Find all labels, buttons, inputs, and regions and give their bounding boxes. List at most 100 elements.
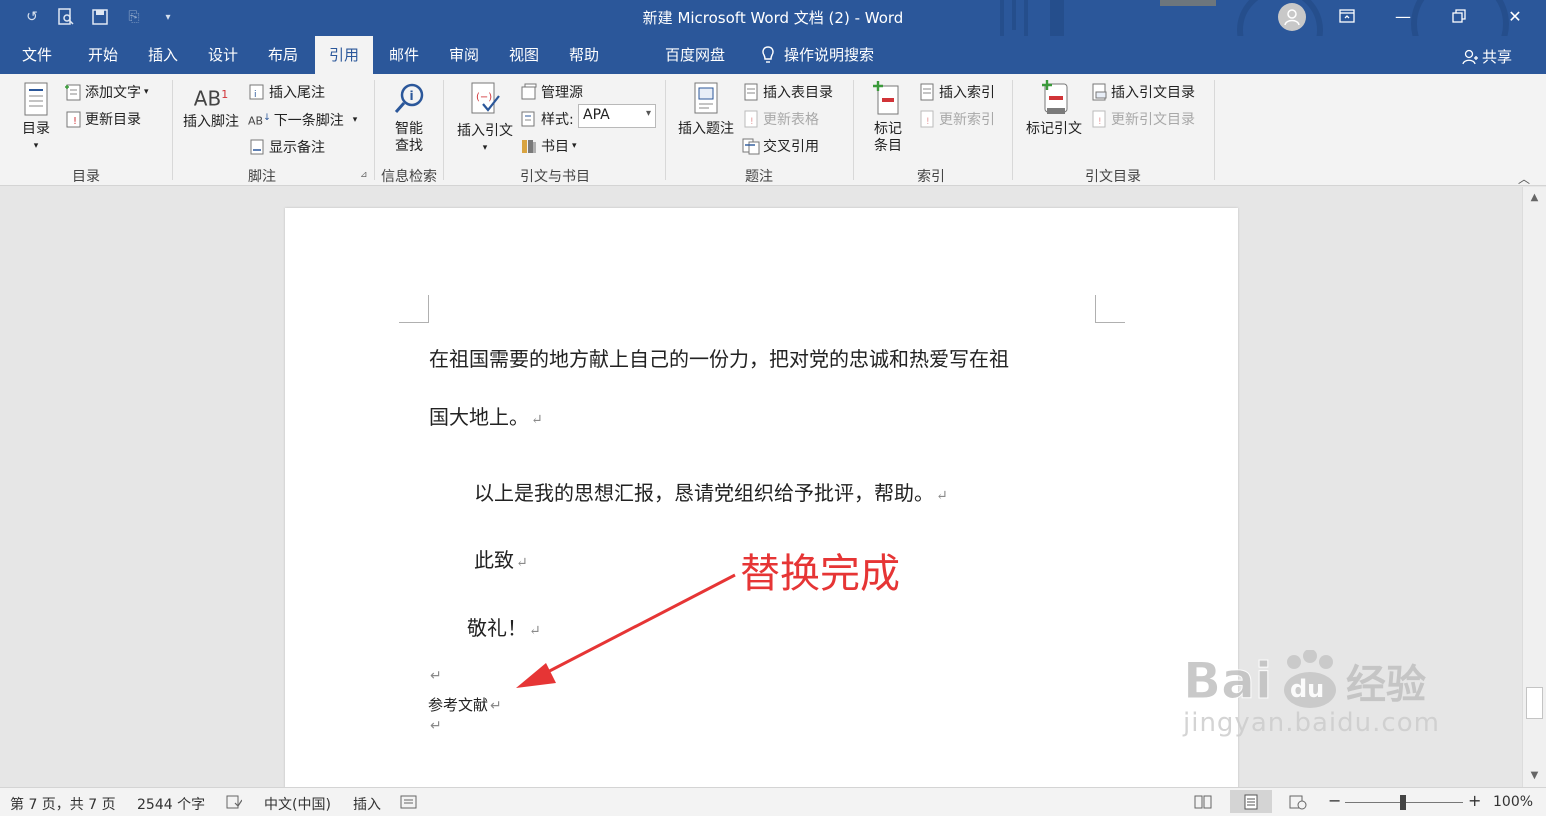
tab-home[interactable]: 开始	[78, 36, 128, 74]
citation-style-select[interactable]: APA ▾	[578, 104, 656, 128]
svg-text:!: !	[926, 117, 930, 127]
watermark-brand: Bai	[1183, 652, 1273, 711]
update-table-button[interactable]: ! 更新表格	[742, 109, 819, 129]
collapse-ribbon-icon[interactable]: ︿	[1518, 170, 1530, 187]
insert-footnote-button[interactable]: AB1 插入脚注	[180, 86, 242, 131]
lightbulb-icon	[762, 46, 774, 63]
citation-style-dropdown-icon: ▾	[645, 108, 651, 119]
bibliography-icon	[522, 140, 536, 153]
update-toc-button[interactable]: ! 更新目录	[64, 109, 141, 129]
add-text-icon	[65, 84, 81, 101]
language-indicator[interactable]: 中文(中国)	[264, 794, 331, 814]
tell-me-search[interactable]: 操作说明搜索	[750, 36, 884, 74]
scroll-up-icon[interactable]: ▲	[1523, 187, 1546, 207]
web-layout-icon[interactable]	[1289, 794, 1307, 814]
insert-endnote-button[interactable]: i 插入尾注	[248, 82, 325, 102]
share-button[interactable]: 共享	[1462, 46, 1512, 67]
tab-insert[interactable]: 插入	[138, 36, 188, 74]
update-toa-icon: !	[1092, 110, 1106, 128]
undo-icon[interactable]: ↺	[18, 6, 46, 28]
insert-index-icon	[920, 83, 934, 101]
title-bar: ↺ ⎘ ▾ 新建 Microsoft Word 文档 (2) - Word — …	[0, 0, 1546, 36]
zoom-out-button[interactable]: −	[1328, 791, 1341, 810]
update-table-of-authorities-button[interactable]: ! 更新引文目录	[1090, 109, 1195, 129]
paw-icon: du	[1276, 649, 1342, 710]
scroll-thumb[interactable]	[1526, 687, 1543, 719]
insert-caption-button[interactable]: 插入题注	[676, 82, 736, 138]
group-separator	[172, 80, 173, 180]
zoom-level[interactable]: 100%	[1493, 794, 1533, 810]
touch-mode-icon[interactable]: ⎘	[120, 6, 148, 28]
tab-design[interactable]: 设计	[198, 36, 248, 74]
insert-citation-dropdown-icon: ▾	[482, 143, 488, 153]
zoom-slider-thumb[interactable]	[1400, 795, 1406, 810]
svg-text:!: !	[1098, 117, 1102, 127]
macro-record-icon[interactable]	[400, 794, 418, 814]
tab-view[interactable]: 视图	[499, 36, 549, 74]
group-captions-label: 题注	[745, 169, 773, 185]
tab-layout[interactable]: 布局	[258, 36, 308, 74]
insert-toa-icon	[1092, 83, 1107, 101]
smart-lookup-button[interactable]: i 智能 查找	[388, 82, 430, 155]
show-notes-label: 显示备注	[269, 140, 325, 156]
close-icon[interactable]: ✕	[1492, 0, 1538, 32]
manage-sources-icon	[521, 83, 537, 100]
style-icon	[521, 111, 535, 127]
tab-help[interactable]: 帮助	[559, 36, 609, 74]
add-text-label: 添加文字	[85, 85, 141, 101]
minimize-icon[interactable]: —	[1380, 0, 1426, 32]
update-index-button[interactable]: ! 更新索引	[918, 109, 995, 129]
group-separator	[374, 80, 375, 180]
status-bar: 第 7 页，共 7 页 2544 个字 中文(中国) 插入 − + 100%	[0, 787, 1546, 816]
page-count[interactable]: 第 7 页，共 7 页	[10, 794, 116, 814]
insert-citation-button[interactable]: (−) 插入引文 ▾	[454, 82, 516, 157]
insert-table-of-figures-button[interactable]: 插入表目录	[742, 82, 833, 102]
cross-reference-button[interactable]: 交叉引用	[742, 136, 819, 156]
tab-mailings[interactable]: 邮件	[379, 36, 429, 74]
restore-icon[interactable]	[1436, 0, 1482, 32]
tab-references[interactable]: 引用	[315, 36, 373, 74]
bibliography-label: 书目	[541, 139, 569, 155]
tab-file[interactable]: 文件	[12, 36, 62, 74]
bibliography-dropdown-icon: ▾	[572, 141, 577, 151]
bibliography-button[interactable]: 书目 ▾	[520, 136, 577, 156]
insert-endnote-icon: i	[249, 84, 264, 100]
next-footnote-label: 下一条脚注	[273, 113, 344, 129]
insert-mode-indicator[interactable]: 插入	[353, 794, 381, 814]
next-footnote-button[interactable]: AB↓ 下一条脚注 ▾	[248, 110, 357, 130]
toc-button[interactable]: 目录 ▾	[14, 82, 58, 155]
word-count[interactable]: 2544 个字	[137, 794, 205, 814]
ribbon-display-options-icon[interactable]	[1324, 0, 1370, 32]
add-text-button[interactable]: 添加文字 ▾	[64, 82, 149, 102]
show-notes-button[interactable]: 显示备注	[248, 137, 325, 157]
proofing-icon[interactable]	[226, 794, 243, 814]
group-separator	[443, 80, 444, 180]
cross-reference-icon	[742, 138, 760, 155]
table-of-figures-icon	[744, 83, 758, 101]
read-mode-icon[interactable]	[1194, 794, 1212, 814]
customize-qat-icon[interactable]: ▾	[154, 6, 182, 28]
insert-footnote-label: 插入脚注	[183, 114, 239, 130]
tab-review[interactable]: 审阅	[439, 36, 489, 74]
document-area[interactable]: 在祖国需要的地方献上自己的一份力，把对党的忠诚和热爱写在祖 国大地上。 ↵ 以上是…	[0, 187, 1522, 787]
group-research-label: 信息检索	[381, 169, 437, 185]
insert-index-button[interactable]: 插入索引	[918, 82, 995, 102]
svg-text:i: i	[410, 89, 414, 103]
show-notes-icon	[250, 139, 264, 155]
tab-baidu-netdisk[interactable]: 百度网盘	[655, 36, 735, 74]
zoom-in-button[interactable]: +	[1468, 791, 1481, 810]
mark-citation-button[interactable]: 标记引文	[1022, 80, 1086, 138]
user-avatar-icon[interactable]	[1278, 3, 1306, 31]
print-preview-icon[interactable]	[52, 6, 80, 28]
ribbon-references: 目录 ▾ 添加文字 ▾ ! 更新目录 目录 AB1 插入脚注 i 插入尾注 AB…	[0, 74, 1546, 186]
scroll-down-icon[interactable]: ▼	[1523, 765, 1546, 785]
mark-entry-button[interactable]: 标记 条目	[866, 80, 910, 155]
footnote-dialog-launcher-icon[interactable]: ⊿	[360, 170, 368, 180]
print-layout-icon[interactable]	[1230, 790, 1272, 813]
save-icon[interactable]	[86, 6, 114, 28]
group-separator	[853, 80, 854, 180]
manage-sources-button[interactable]: 管理源	[520, 82, 583, 102]
vertical-scrollbar[interactable]: ▲ ▼	[1522, 187, 1546, 787]
insert-table-of-authorities-button[interactable]: 插入引文目录	[1090, 82, 1195, 102]
next-footnote-dropdown-icon: ▾	[352, 115, 358, 125]
